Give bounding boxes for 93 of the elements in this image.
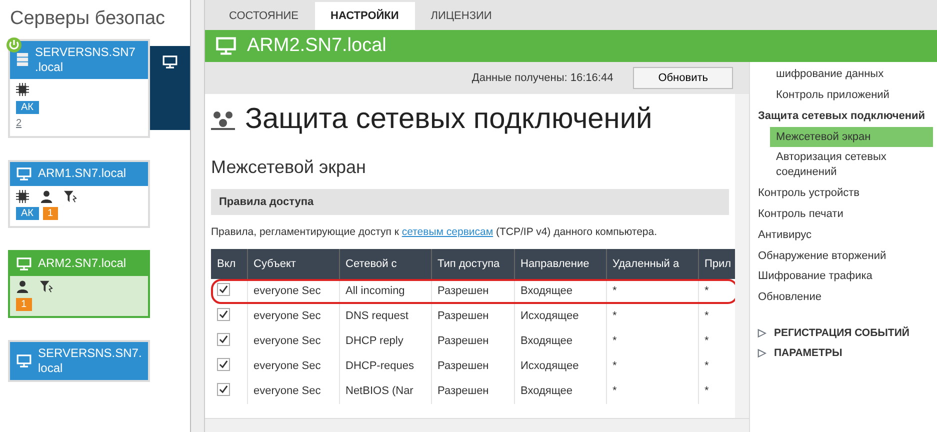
table-cell: Входящее — [514, 328, 606, 354]
nav-item[interactable]: Защита сетевых подключений — [758, 106, 933, 127]
refresh-button[interactable]: Обновить — [633, 66, 733, 90]
monitor-icon — [16, 353, 32, 370]
server-name: SERVERSNS.SN7 .local — [35, 44, 136, 75]
table-cell: * — [606, 328, 698, 354]
table-cell: Входящее — [514, 278, 606, 304]
nav-item[interactable]: Обновление — [758, 287, 933, 308]
checkbox[interactable] — [217, 333, 230, 346]
nav-item[interactable]: Контроль приложений — [770, 84, 933, 106]
monitor-icon — [16, 166, 32, 182]
filter-icon — [40, 280, 53, 293]
host-title: ARM2.SN7.local — [247, 34, 386, 58]
server-name: SERVERSNS.SN7. local — [38, 346, 142, 376]
user-icon — [40, 190, 53, 203]
server-card[interactable]: SERVERSNS.SN7. local — [8, 340, 150, 382]
table-cell: DHCP reply — [339, 328, 431, 354]
column-header[interactable]: Вкл — [211, 248, 247, 279]
power-icon — [6, 36, 22, 53]
monitor-icon — [162, 54, 178, 70]
table-cell: DHCP-reques — [339, 354, 431, 379]
server-name: ARM2.SN7.local — [38, 256, 126, 272]
nav-item[interactable]: Межсетевой экран — [770, 126, 933, 148]
column-header[interactable]: Субъект — [247, 248, 339, 279]
section-header[interactable]: РЕГИСТРАЦИЯ СОБЫТИЙ — [774, 326, 910, 342]
table-cell: everyone Sec — [247, 304, 339, 329]
tab[interactable]: НАСТРОЙКИ — [314, 2, 415, 30]
user-icon — [16, 280, 29, 293]
table-cell: Разрешен — [431, 328, 514, 354]
checkbox[interactable] — [217, 283, 230, 296]
server-card[interactable]: ARM1.SN7.local АК 1 — [8, 160, 150, 228]
services-link[interactable]: сетевым сервисам — [402, 226, 494, 238]
scrollbar[interactable] — [205, 418, 749, 432]
table-cell: everyone Sec — [247, 354, 339, 379]
status-badge: АК — [16, 100, 38, 114]
table-cell: All incoming — [339, 278, 431, 304]
scrollbar[interactable] — [735, 94, 749, 418]
filter-icon — [64, 190, 77, 203]
table-cell: Разрешен — [431, 354, 514, 379]
monitor-icon — [16, 256, 32, 272]
table-cell: * — [606, 278, 698, 304]
status-badge: 1 — [42, 207, 58, 220]
column-header[interactable]: Тип доступа — [431, 248, 514, 279]
server-icon — [16, 52, 29, 68]
table-cell: Разрешен — [431, 278, 514, 304]
server-name: ARM1.SN7.local — [38, 166, 126, 182]
nav-item[interactable]: Шифрование трафика — [758, 266, 933, 288]
tab[interactable]: ЛИЦЕНЗИИ — [414, 2, 508, 30]
chip-icon — [16, 82, 29, 96]
description: Правила, регламентирующие доступ к сетевым сервисам (TCP/IP v4) данного компьютера. — [211, 226, 658, 238]
nav-item[interactable]: Обнаружение вторжений — [758, 246, 933, 266]
table-cell: everyone Sec — [247, 278, 339, 304]
table-cell: Разрешен — [431, 304, 514, 329]
section-header[interactable]: ПАРАМЕТРЫ — [774, 346, 842, 362]
status-badge: АК — [16, 207, 38, 220]
server-card[interactable]: SERVERSNS.SN7 .local АК 2 — [8, 38, 150, 138]
table-cell: DNS request — [339, 304, 431, 329]
expand-arrow[interactable]: ▷ — [758, 346, 766, 362]
table-cell: Разрешен — [431, 378, 514, 404]
page-title: Защита сетевых подключений — [245, 102, 652, 137]
section-title: Межсетевой экран — [211, 156, 367, 179]
nav-item[interactable]: шифрование данных — [770, 64, 933, 85]
network-icon — [211, 110, 235, 130]
tab[interactable]: СОСТОЯНИЕ — [213, 2, 315, 30]
received-time: Данные получены: 16:16:44 — [472, 70, 614, 86]
checkbox[interactable] — [217, 383, 230, 396]
table-cell: everyone Sec — [247, 328, 339, 354]
chip-icon — [16, 190, 29, 203]
nav-item[interactable]: Авторизация сетевых соединений — [770, 147, 933, 184]
nav-item[interactable]: Контроль устройств — [758, 183, 933, 204]
column-header[interactable]: Направление — [514, 248, 606, 279]
table-cell: * — [606, 354, 698, 379]
table-cell: everyone Sec — [247, 378, 339, 404]
table-cell: Входящее — [514, 378, 606, 404]
table-cell: * — [606, 378, 698, 404]
nav-item[interactable]: Контроль печати — [758, 204, 933, 225]
table-cell: Исходящее — [514, 354, 606, 379]
nav-item[interactable]: Антивирус — [758, 224, 933, 246]
monitor-icon — [215, 35, 237, 57]
scrollbar[interactable] — [190, 0, 204, 432]
table-cell: * — [606, 304, 698, 329]
column-header[interactable]: Сетевой с — [339, 248, 431, 279]
table-cell: Исходящее — [514, 304, 606, 329]
checkbox[interactable] — [217, 358, 230, 371]
count-link[interactable]: 2 — [16, 118, 22, 130]
column-header[interactable]: Удаленный а — [606, 248, 698, 279]
checkbox[interactable] — [217, 308, 230, 321]
column-header[interactable]: Прил — [698, 248, 736, 279]
expand-arrow[interactable]: ▷ — [758, 326, 766, 342]
group-header: Правила доступа — [211, 188, 730, 215]
pane-title: Серверы безопас — [10, 8, 166, 31]
table-cell: NetBIOS (Nar — [339, 378, 431, 404]
status-badge: 1 — [16, 298, 32, 311]
